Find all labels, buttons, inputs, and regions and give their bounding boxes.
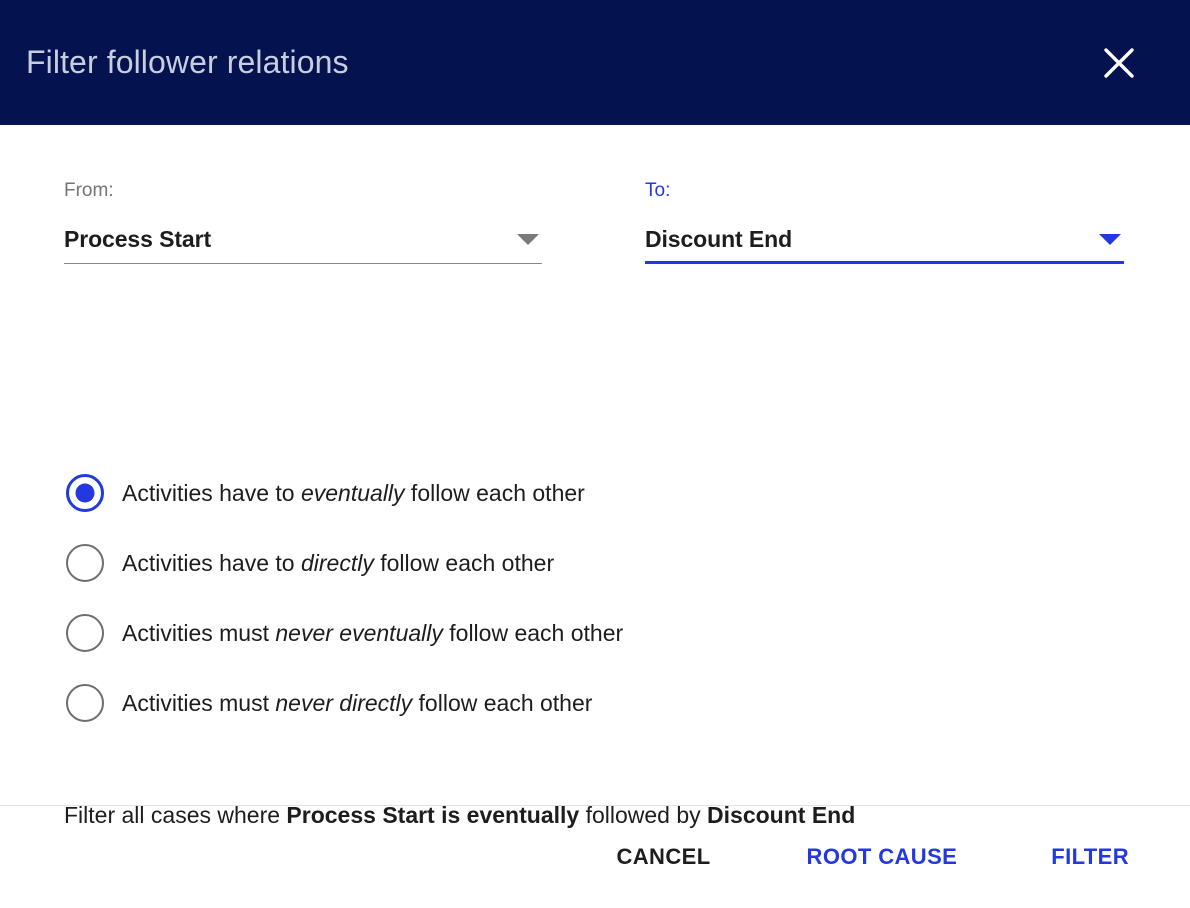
page-title: Filter follower relations <box>26 43 349 80</box>
from-underline <box>64 263 542 264</box>
radio-icon[interactable] <box>66 614 104 652</box>
radio-icon[interactable] <box>66 544 104 582</box>
to-underline <box>645 261 1124 264</box>
dialog-header: Filter follower relations <box>0 0 1190 125</box>
from-select-control[interactable]: Process Start <box>64 218 542 254</box>
activity-selects-row: From: Process Start To: Discount End <box>0 180 1190 305</box>
cancel-button[interactable]: CANCEL <box>602 836 724 878</box>
radio-option-label: Activities have to eventually follow eac… <box>122 480 585 506</box>
close-icon <box>1102 46 1136 80</box>
to-select-field[interactable]: To: Discount End <box>645 180 1124 264</box>
close-button[interactable] <box>1096 40 1142 86</box>
filter-follower-relations-dialog: Filter follower relations From: Process … <box>0 0 1190 908</box>
to-select-value: Discount End <box>645 226 793 252</box>
from-select-field[interactable]: From: Process Start <box>64 180 542 264</box>
radio-option-eventually[interactable]: Activities have to eventually follow eac… <box>64 458 1124 528</box>
root-cause-button[interactable]: ROOT CAUSE <box>793 836 972 878</box>
dialog-body: From: Process Start To: Discount End Act… <box>0 125 1190 828</box>
relation-type-radio-group: Activities have to eventually follow eac… <box>64 458 1124 738</box>
filter-summary-text: Filter all cases where Process Start is … <box>64 802 856 828</box>
to-label: To: <box>645 180 671 201</box>
chevron-down-icon <box>1099 234 1121 245</box>
radio-option-never-directly[interactable]: Activities must never directly follow ea… <box>64 668 1124 738</box>
from-select-value: Process Start <box>64 226 211 252</box>
radio-icon[interactable] <box>66 474 104 512</box>
radio-icon[interactable] <box>66 684 104 722</box>
from-label: From: <box>64 180 114 201</box>
radio-option-label: Activities must never eventually follow … <box>122 620 624 646</box>
radio-option-label: Activities must never directly follow ea… <box>122 690 593 716</box>
filter-button[interactable]: FILTER <box>1037 836 1143 878</box>
to-select-control[interactable]: Discount End <box>645 218 1124 254</box>
chevron-down-icon <box>517 234 539 245</box>
radio-option-label: Activities have to directly follow each … <box>122 550 555 576</box>
radio-option-directly[interactable]: Activities have to directly follow each … <box>64 528 1124 598</box>
radio-option-never-eventually[interactable]: Activities must never eventually follow … <box>64 598 1124 668</box>
